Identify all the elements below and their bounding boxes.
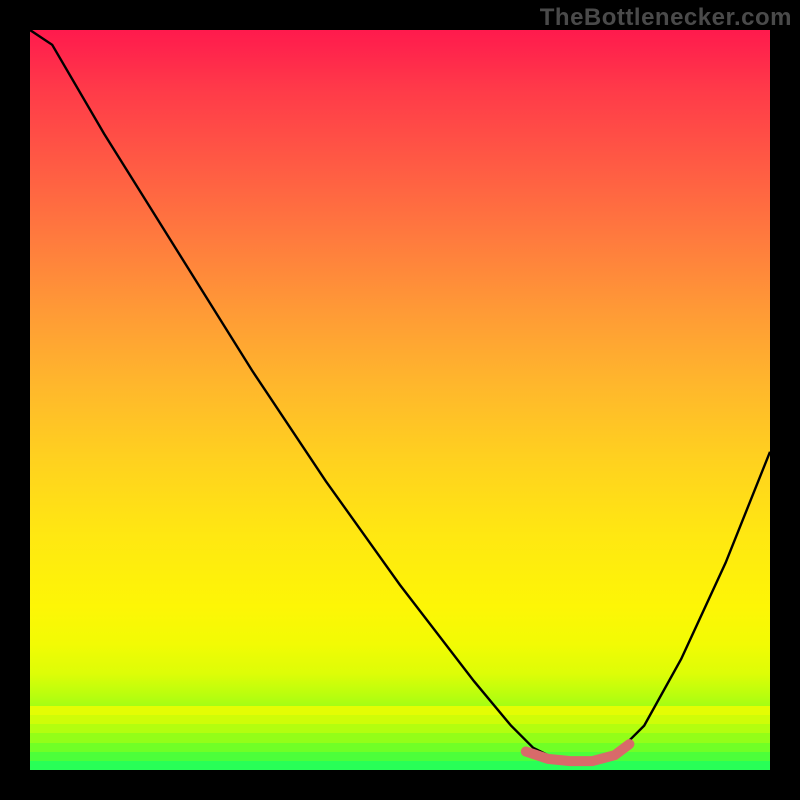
chart-frame: TheBottlenecker.com [0,0,800,800]
plot-area [30,30,770,770]
bottleneck-curve-path [30,30,770,763]
watermark-text: TheBottlenecker.com [540,4,792,32]
curve-layer [30,30,770,770]
optimal-band-path [526,744,630,761]
